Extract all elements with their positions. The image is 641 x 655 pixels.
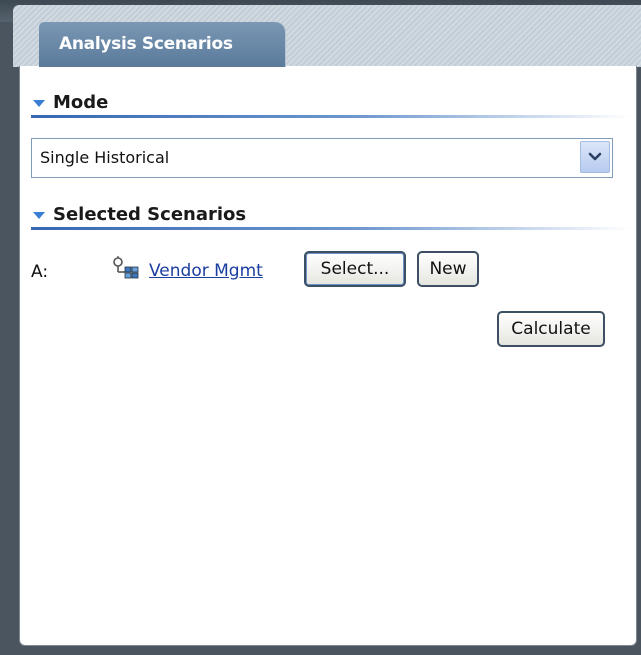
chevron-down-icon — [588, 152, 602, 161]
mode-section-label: Mode — [53, 92, 109, 113]
select-scenario-button[interactable]: Select... — [304, 251, 406, 287]
mode-select-value: Single Historical — [40, 148, 170, 167]
scenario-slot-label: A: — [31, 262, 49, 282]
selected-scenarios-section-label: Selected Scenarios — [53, 204, 247, 225]
mode-select[interactable]: Single Historical — [31, 138, 613, 178]
scenario-link-vendor-mgmt[interactable]: Vendor Mgmt — [149, 261, 263, 281]
tab-analysis-scenarios[interactable]: Analysis Scenarios — [39, 22, 285, 67]
section-divider — [31, 227, 631, 230]
mode-section-header[interactable]: Mode — [31, 90, 631, 118]
scenario-icon — [113, 256, 139, 279]
tab-label: Analysis Scenarios — [59, 34, 233, 54]
collapse-triangle-icon[interactable] — [33, 100, 45, 107]
new-scenario-button[interactable]: New — [417, 251, 479, 287]
section-divider — [31, 115, 631, 118]
calculate-button[interactable]: Calculate — [497, 311, 605, 347]
scenario-row-a: A: Vendor Mgmt Select... New — [31, 251, 631, 291]
collapse-triangle-icon[interactable] — [33, 212, 45, 219]
analysis-scenarios-panel: Mode Single Historical Selected Scenario… — [19, 66, 637, 646]
dropdown-button[interactable] — [580, 141, 610, 173]
selected-scenarios-section-header[interactable]: Selected Scenarios — [31, 202, 631, 230]
